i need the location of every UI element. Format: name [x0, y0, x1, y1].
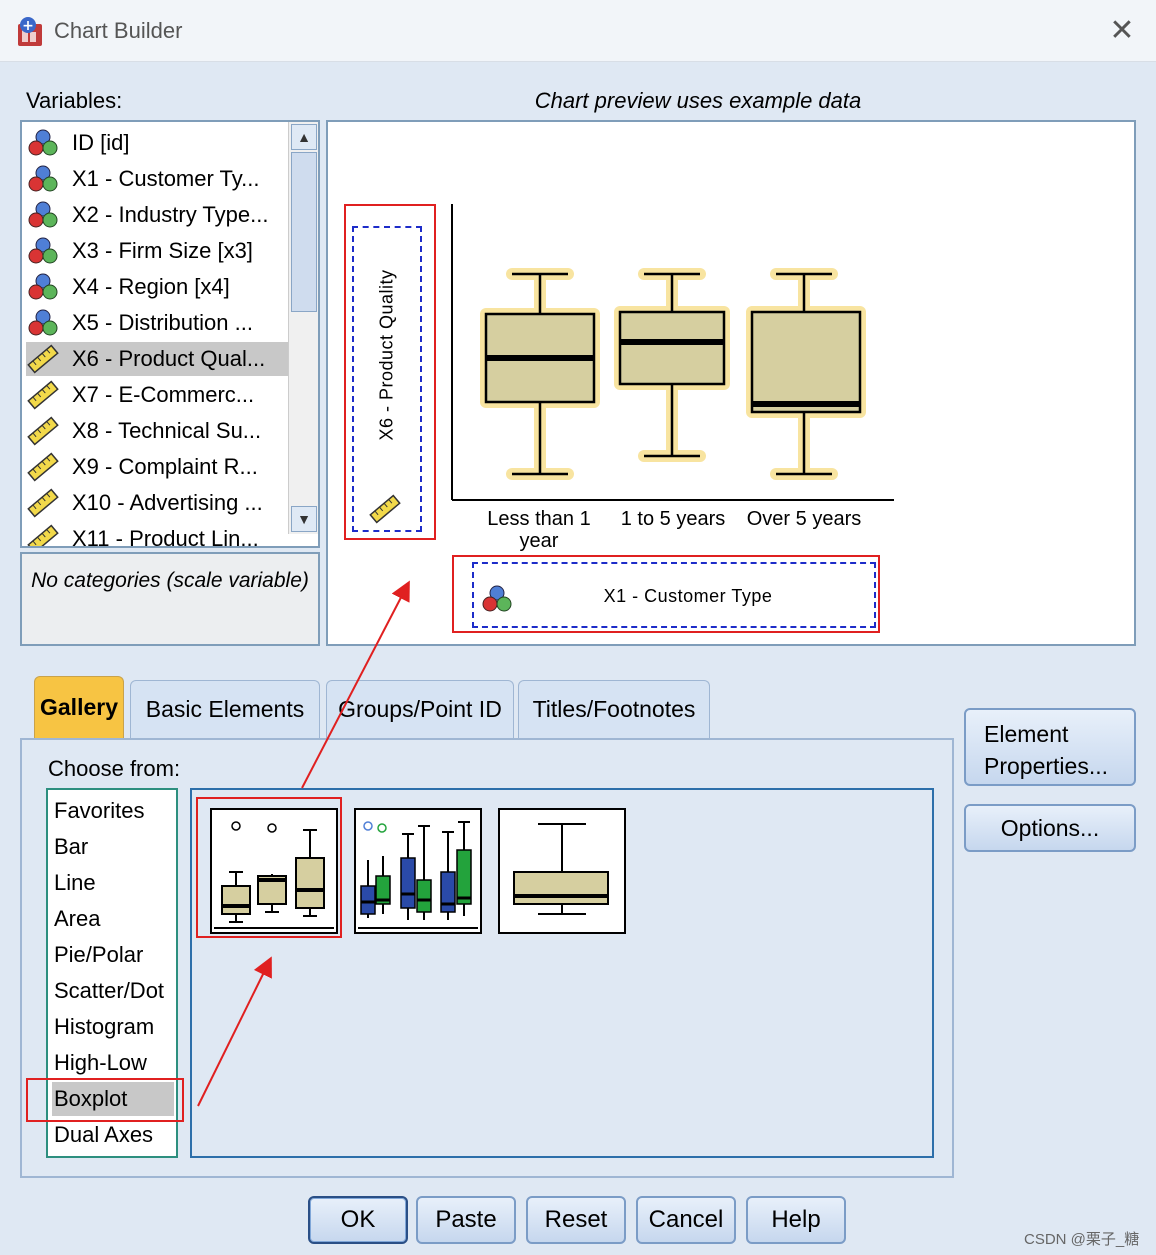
- variable-label: X1 - Customer Ty...: [72, 166, 260, 191]
- close-button[interactable]: ✕: [1102, 12, 1142, 52]
- chart-type-item[interactable]: High-Low: [52, 1046, 174, 1080]
- variable-item[interactable]: X10 - Advertising ...: [26, 486, 288, 520]
- variable-item[interactable]: X3 - Firm Size [x3]: [26, 234, 288, 268]
- nominal-variable-icon: [28, 309, 58, 336]
- paste-button[interactable]: Paste: [416, 1196, 516, 1244]
- variable-label: X10 - Advertising ...: [72, 490, 263, 515]
- preview-box-3: [746, 268, 866, 480]
- chart-type-item[interactable]: Scatter/Dot: [52, 974, 174, 1008]
- variable-label: X8 - Technical Su...: [72, 418, 262, 443]
- chart-preview-canvas[interactable]: X6 - Product Quality Less than 1 year 1 t…: [326, 120, 1136, 646]
- tab-titles-footnotes[interactable]: Titles/Footnotes: [518, 680, 710, 738]
- chart-type-item[interactable]: Dual Axes: [52, 1118, 174, 1152]
- cancel-button[interactable]: Cancel: [636, 1196, 736, 1244]
- svg-text:+: +: [22, 18, 34, 34]
- variable-item[interactable]: X7 - E-Commerc...: [26, 378, 288, 412]
- nominal-variable-icon: [28, 201, 58, 228]
- variables-scrollbar[interactable]: ▲ ▼: [288, 122, 318, 534]
- variable-label: X2 - Industry Type...: [72, 202, 269, 227]
- variable-item[interactable]: X9 - Complaint R...: [26, 450, 288, 484]
- variable-label: X4 - Region [x4]: [72, 274, 230, 299]
- nominal-variable-icon: [28, 237, 58, 264]
- variable-item[interactable]: X6 - Product Qual...: [26, 342, 288, 376]
- variable-item[interactable]: X4 - Region [x4]: [26, 270, 288, 304]
- scale-ruler-icon: [27, 524, 59, 546]
- scroll-down-icon[interactable]: ▼: [291, 506, 317, 532]
- scale-ruler-icon: [27, 380, 59, 410]
- variable-label: X9 - Complaint R...: [72, 454, 258, 479]
- scale-ruler-icon: [369, 494, 401, 524]
- preview-box-2: [614, 268, 730, 462]
- simple-boxplot-highlight: [196, 797, 342, 938]
- chart-type-item[interactable]: Pie/Polar: [52, 938, 174, 972]
- category-tick-label: Less than 1 year: [487, 508, 591, 552]
- variable-item[interactable]: X11 - Product Lin...: [26, 522, 288, 548]
- variable-label: X5 - Distribution ...: [72, 310, 253, 335]
- variable-item[interactable]: X5 - Distribution ...: [26, 306, 288, 340]
- variable-label: ID [id]: [72, 130, 130, 155]
- nominal-variable-icon: [28, 165, 58, 192]
- variable-label: X6 - Product Qual...: [72, 346, 266, 371]
- choose-from-label: Choose from:: [48, 756, 181, 781]
- options-button[interactable]: Options...: [964, 804, 1136, 852]
- nominal-variable-icon: [482, 585, 512, 612]
- scale-ruler-icon: [27, 416, 59, 446]
- variable-label: X7 - E-Commerc...: [72, 382, 255, 407]
- element-properties-button[interactable]: Element Properties...: [964, 708, 1136, 786]
- tab-basic-elements[interactable]: Basic Elements: [130, 680, 320, 738]
- nominal-variable-icon: [28, 129, 58, 156]
- watermark: CSDN @栗子_糖: [1024, 1231, 1140, 1248]
- window-title: Chart Builder: [54, 18, 183, 43]
- y-axis-variable-label: X6 - Product Quality: [376, 268, 397, 441]
- variable-item[interactable]: ID [id]: [26, 126, 288, 160]
- tab-gallery[interactable]: Gallery: [34, 676, 124, 738]
- scroll-thumb[interactable]: [291, 152, 317, 312]
- scale-ruler-icon: [27, 452, 59, 482]
- x-axis-variable-label: X1 - Customer Type: [603, 586, 773, 606]
- nominal-variable-icon: [28, 273, 58, 300]
- chart-type-item[interactable]: Favorites: [52, 794, 174, 828]
- variable-label: X3 - Firm Size [x3]: [72, 238, 253, 263]
- clustered-boxplot-thumbnail[interactable]: [354, 808, 482, 934]
- help-button[interactable]: Help: [746, 1196, 846, 1244]
- one-d-boxplot-thumbnail[interactable]: [498, 808, 626, 934]
- reset-button[interactable]: Reset: [526, 1196, 626, 1244]
- scale-ruler-icon: [27, 344, 59, 374]
- variable-item[interactable]: X8 - Technical Su...: [26, 414, 288, 448]
- variable-item[interactable]: X2 - Industry Type...: [26, 198, 288, 232]
- chart-builder-app-icon: +: [18, 17, 42, 46]
- category-tick-label: Over 5 years: [746, 508, 862, 530]
- scroll-up-icon[interactable]: ▲: [291, 124, 317, 150]
- preview-caption: Chart preview uses example data: [534, 88, 862, 113]
- scale-ruler-icon: [27, 488, 59, 518]
- chart-type-item[interactable]: Line: [52, 866, 174, 900]
- tab-groups-point-id[interactable]: Groups/Point ID: [326, 680, 514, 738]
- variables-label: Variables:: [26, 88, 123, 113]
- ok-button[interactable]: OK: [308, 1196, 408, 1244]
- category-tick-label: 1 to 5 years: [620, 508, 726, 530]
- variable-item[interactable]: X1 - Customer Ty...: [26, 162, 288, 196]
- chart-type-item[interactable]: Bar: [52, 830, 174, 864]
- chart-type-item[interactable]: Area: [52, 902, 174, 936]
- chart-type-item[interactable]: Histogram: [52, 1010, 174, 1044]
- variable-label: X11 - Product Lin...: [72, 526, 259, 548]
- variables-list[interactable]: ID [id] X1 - Customer Ty... X2 - Industry …: [20, 120, 320, 548]
- categories-note: No categories (scale variable): [20, 552, 320, 646]
- boxplot-highlight: [26, 1078, 184, 1122]
- preview-box-1: [480, 268, 600, 480]
